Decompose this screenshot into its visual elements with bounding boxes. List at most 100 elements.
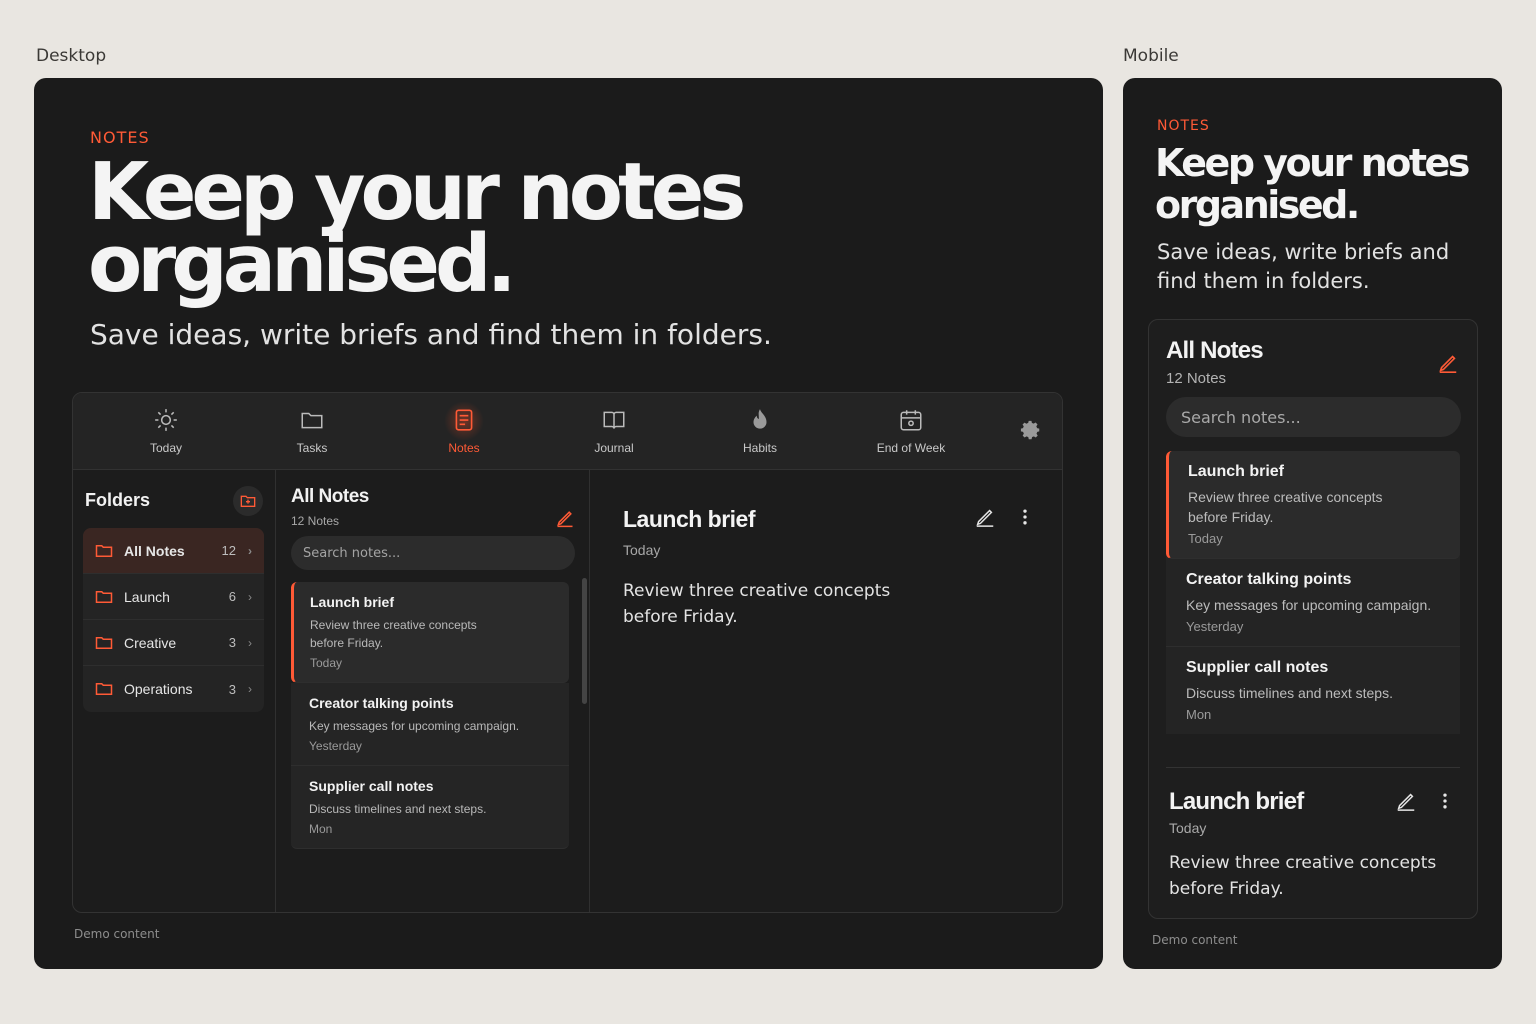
headline-line-2: organised. — [88, 218, 517, 310]
notes-list-pane: All Notes 12 Notes Launch brief Review t… — [277, 470, 590, 912]
nav-habits[interactable]: Habits — [705, 407, 815, 455]
folder-item-launch[interactable]: Launch 6 › — [83, 574, 264, 620]
folder-label: Creative — [124, 634, 177, 651]
detail-body: Review three creative concepts before Fr… — [1169, 853, 1437, 899]
nav-label: Journal — [594, 441, 634, 455]
note-title: Supplier call notes — [309, 778, 434, 794]
note-body: Review three creative concepts before Fr… — [310, 618, 477, 650]
nav-label: Tasks — [296, 441, 328, 455]
folder-count: 12 — [221, 543, 236, 558]
list-title: All Notes — [291, 486, 369, 507]
folder-label: Operations — [124, 681, 193, 697]
chevron-right-icon: › — [248, 589, 252, 604]
search-input[interactable] — [1166, 397, 1461, 437]
mobile-frame: NOTES Keep your notes organised. Save id… — [1123, 78, 1502, 969]
detail-date: Today — [623, 542, 661, 558]
note-title: Creator talking points — [1186, 571, 1352, 588]
folder-icon — [95, 590, 113, 603]
book-icon — [603, 411, 625, 429]
chevron-right-icon: › — [248, 543, 252, 558]
folder-item-all-notes[interactable]: All Notes 12 › — [83, 528, 264, 574]
folders-sidebar: Folders All Notes 12 › Launch 6 › Creati… — [73, 470, 276, 912]
more-icon[interactable] — [1435, 790, 1455, 812]
gear-icon[interactable] — [1020, 419, 1042, 441]
folder-icon — [95, 544, 113, 557]
note-card[interactable]: Creator talking points Key messages for … — [291, 683, 569, 766]
compose-icon[interactable] — [1437, 352, 1459, 374]
note-card[interactable]: Creator talking points Key messages for … — [1166, 559, 1460, 647]
folder-item-creative[interactable]: Creative 3 › — [83, 620, 264, 666]
note-card[interactable]: Launch brief Review three creative conce… — [291, 582, 569, 683]
list-title: All Notes — [1166, 337, 1264, 364]
folder-label: Launch — [124, 588, 170, 605]
note-cards: Launch brief Review three creative conce… — [1166, 451, 1460, 734]
edit-icon[interactable] — [974, 506, 996, 528]
edit-icon[interactable] — [1395, 790, 1417, 812]
note-date: Today — [1188, 531, 1223, 546]
demo-label: Demo content — [74, 927, 160, 941]
detail-date: Today — [1169, 820, 1207, 836]
subtitle: Save ideas, write briefs and find them i… — [1157, 240, 1450, 293]
scrollbar[interactable] — [582, 578, 587, 704]
folder-count: 3 — [228, 635, 236, 650]
note-cards: Launch brief Review three creative conce… — [291, 582, 569, 849]
note-date: Yesterday — [309, 739, 362, 753]
folder-plus-icon — [240, 495, 256, 507]
nav-end-of-week[interactable]: End of Week — [856, 407, 966, 455]
app-window: Today Tasks Notes Journal Habits End of … — [72, 392, 1063, 913]
note-card[interactable]: Supplier call notes Discuss timelines an… — [1166, 647, 1460, 734]
folder-item-operations[interactable]: Operations 3 › — [83, 666, 264, 712]
folder-icon — [95, 636, 113, 649]
eyebrow: NOTES — [90, 128, 150, 147]
nav-label: Today — [149, 441, 183, 455]
list-count: 12 Notes — [291, 514, 340, 528]
note-body: Discuss timelines and next steps. — [309, 802, 487, 816]
folder-icon — [95, 683, 113, 695]
headline-line-2: organised. — [1155, 183, 1360, 227]
detail-body: Review three creative concepts before Fr… — [623, 581, 891, 627]
note-body: Key messages for upcoming campaign. — [309, 719, 520, 733]
note-date: Mon — [309, 822, 333, 836]
subtitle: Save ideas, write briefs and find them i… — [90, 318, 772, 351]
note-date: Today — [310, 656, 343, 670]
folder-label: All Notes — [124, 542, 185, 559]
nav-notes[interactable]: Notes — [409, 401, 519, 455]
nav-journal[interactable]: Journal — [559, 407, 669, 455]
note-body: Review three creative concepts before Fr… — [1188, 489, 1383, 525]
headline: Keep your notes organised. — [88, 153, 988, 310]
chevron-right-icon: › — [248, 682, 252, 696]
calendar-icon — [900, 410, 922, 431]
mobile-app: All Notes 12 Notes Launch brief Review t… — [1148, 319, 1478, 919]
compose-icon[interactable] — [555, 508, 575, 528]
note-card[interactable]: Supplier call notes Discuss timelines an… — [291, 766, 569, 849]
eyebrow: NOTES — [1157, 118, 1210, 134]
mobile-label: Mobile — [1123, 46, 1179, 66]
chevron-right-icon: › — [248, 635, 252, 650]
note-date: Mon — [1186, 707, 1212, 722]
note-date: Yesterday — [1186, 619, 1244, 634]
note-card[interactable]: Launch brief Review three creative conce… — [1166, 451, 1460, 559]
flame-icon — [753, 409, 767, 429]
note-detail: Launch brief Today Review three creative… — [591, 470, 1062, 912]
desktop-frame: NOTES Keep your notes organised. Save id… — [34, 78, 1103, 969]
more-icon[interactable] — [1015, 506, 1035, 528]
desktop-label: Desktop — [36, 46, 107, 66]
headline-line-1: Keep your notes — [1155, 141, 1470, 185]
folder-count: 3 — [228, 681, 236, 697]
note-icon — [455, 409, 473, 431]
note-body: Key messages for upcoming campaign. — [1186, 597, 1432, 613]
headline: Keep your notes organised. — [1155, 142, 1495, 226]
nav-label: End of Week — [876, 441, 946, 455]
note-title: Launch brief — [1188, 463, 1285, 480]
sun-icon — [155, 409, 177, 431]
nav-tasks[interactable]: Tasks — [257, 407, 367, 455]
new-folder-button[interactable] — [233, 486, 263, 516]
search-input[interactable] — [291, 536, 575, 570]
nav-label: Habits — [742, 441, 777, 455]
nav-today[interactable]: Today — [111, 407, 221, 455]
note-title: Launch brief — [310, 594, 395, 610]
folders-title: Folders — [85, 490, 151, 510]
top-nav: Today Tasks Notes Journal Habits End of … — [73, 393, 1062, 470]
folder-list: All Notes 12 › Launch 6 › Creative 3 › O… — [83, 528, 264, 712]
divider — [1166, 767, 1460, 768]
